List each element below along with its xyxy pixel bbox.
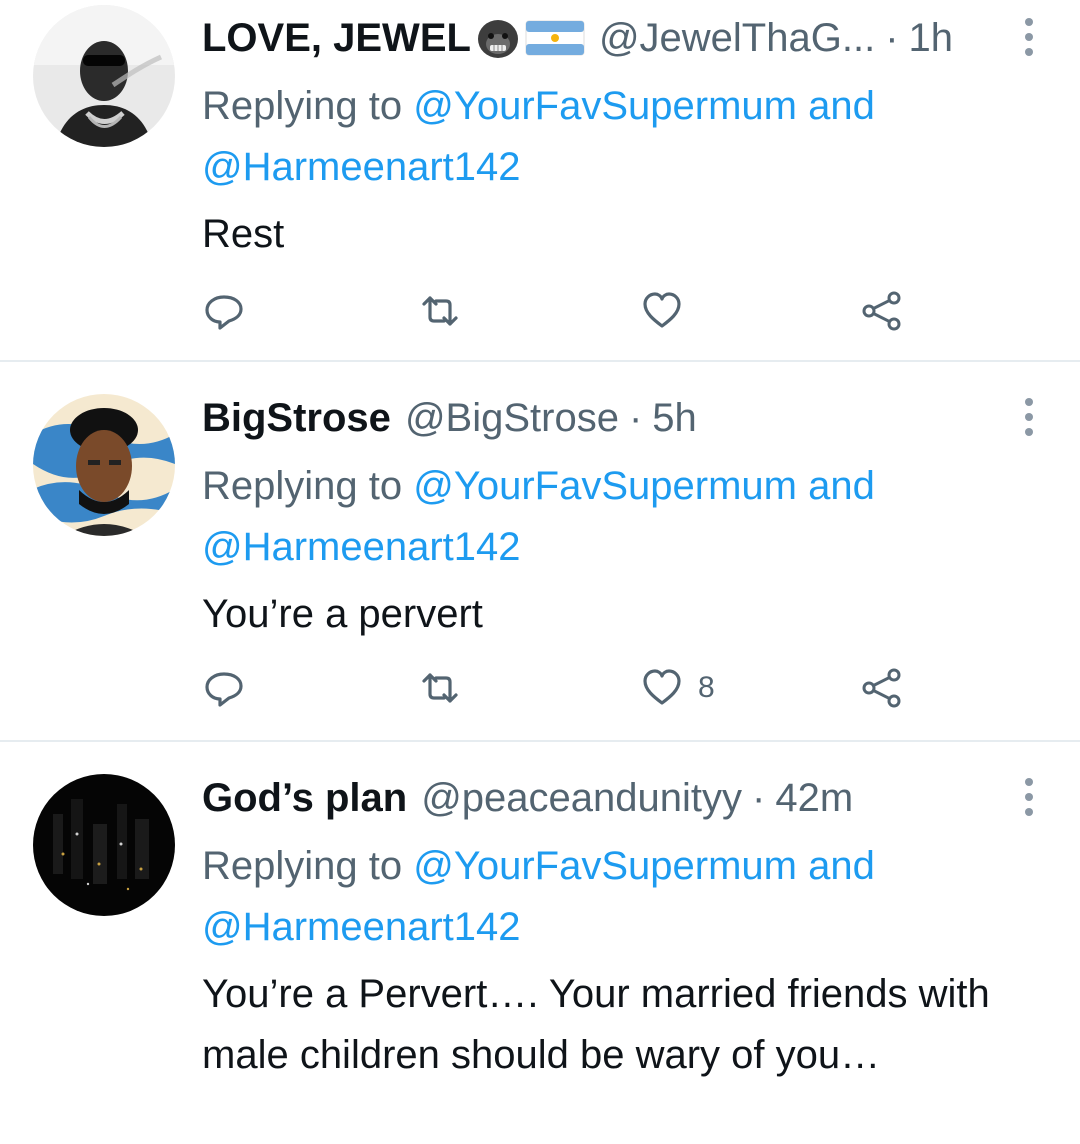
tweet-header: LOVE, JEWEL @JewelThaG... · 1h: [202, 0, 1040, 76]
replying-prefix: Replying to: [202, 84, 403, 128]
replying-to: Replying to @YourFavSupermum and @Harmee…: [202, 456, 1040, 578]
like-count: 8: [698, 671, 715, 704]
like-button[interactable]: [640, 289, 698, 333]
replying-and[interactable]: and: [808, 84, 875, 128]
reply-feed: LOVE, JEWEL @JewelThaG... · 1h Replying …: [0, 0, 1080, 1144]
display-name[interactable]: LOVE, JEWEL: [202, 0, 471, 76]
share-icon: [862, 291, 901, 331]
replying-and[interactable]: and: [808, 464, 875, 508]
mention-link[interactable]: @YourFavSupermum: [413, 844, 797, 888]
separator-dot: ·: [752, 776, 766, 820]
retweet-button[interactable]: [418, 289, 462, 333]
gorilla-emoji-icon: [475, 17, 521, 59]
timestamp[interactable]: 42m: [775, 760, 853, 836]
tweet-reply[interactable]: LOVE, JEWEL @JewelThaG... · 1h Replying …: [0, 0, 1080, 362]
argentina-flag-emoji-icon: [525, 20, 585, 56]
tweet-reply[interactable]: BigStrose @BigStrose · 5h Replying to @Y…: [0, 362, 1080, 742]
replying-prefix: Replying to: [202, 464, 403, 508]
mention-link[interactable]: @YourFavSupermum: [413, 84, 797, 128]
like-icon: [643, 292, 681, 328]
action-bar: 8: [202, 666, 942, 710]
mention-link[interactable]: @Harmeenart142: [202, 145, 521, 189]
reply-button[interactable]: [202, 666, 246, 710]
timestamp[interactable]: 1h: [909, 0, 954, 76]
timestamp[interactable]: 5h: [652, 380, 697, 456]
separator-dot: ·: [885, 16, 899, 60]
like-icon: [643, 669, 681, 705]
user-handle[interactable]: @peaceandunityy: [421, 760, 742, 836]
mention-link[interactable]: @Harmeenart142: [202, 525, 521, 569]
retweet-button[interactable]: [418, 666, 462, 710]
tweet-text: Rest: [202, 212, 285, 256]
retweet-icon: [422, 296, 458, 326]
share-button[interactable]: [860, 289, 904, 333]
user-handle[interactable]: @JewelThaG...: [599, 0, 875, 76]
mention-link[interactable]: @Harmeenart142: [202, 905, 521, 949]
retweet-icon: [422, 673, 458, 703]
tweet-text: You’re a Pervert…. Your married friends …: [202, 972, 990, 1077]
tweet-content: God’s plan @peaceandunityy · 42m Replyin…: [202, 760, 1040, 1086]
replying-and[interactable]: and: [808, 844, 875, 888]
avatar[interactable]: [33, 5, 175, 147]
reply-button[interactable]: [202, 289, 246, 333]
user-handle[interactable]: @BigStrose: [405, 380, 619, 456]
avatar[interactable]: [33, 774, 175, 916]
reply-icon: [205, 295, 243, 330]
replying-prefix: Replying to: [202, 844, 403, 888]
like-button[interactable]: 8: [640, 666, 715, 710]
tweet-reply[interactable]: God’s plan @peaceandunityy · 42m Replyin…: [0, 742, 1080, 1144]
tweet-header: BigStrose @BigStrose · 5h: [202, 380, 1040, 456]
share-icon: [862, 668, 901, 708]
display-name[interactable]: God’s plan: [202, 760, 407, 836]
tweet-header: God’s plan @peaceandunityy · 42m: [202, 760, 1040, 836]
reply-icon: [205, 672, 243, 707]
replying-to: Replying to @YourFavSupermum and @Harmee…: [202, 836, 1040, 958]
mention-link[interactable]: @YourFavSupermum: [413, 464, 797, 508]
tweet-content: LOVE, JEWEL @JewelThaG... · 1h Replying …: [202, 0, 1040, 265]
share-button[interactable]: [860, 666, 904, 710]
tweet-content: BigStrose @BigStrose · 5h Replying to @Y…: [202, 380, 1040, 645]
display-name[interactable]: BigStrose: [202, 380, 391, 456]
replying-to: Replying to @YourFavSupermum and @Harmee…: [202, 76, 1040, 198]
separator-dot: ·: [628, 396, 643, 440]
tweet-text: You’re a pervert: [202, 592, 483, 636]
avatar[interactable]: [33, 394, 175, 536]
action-bar: [202, 289, 942, 333]
